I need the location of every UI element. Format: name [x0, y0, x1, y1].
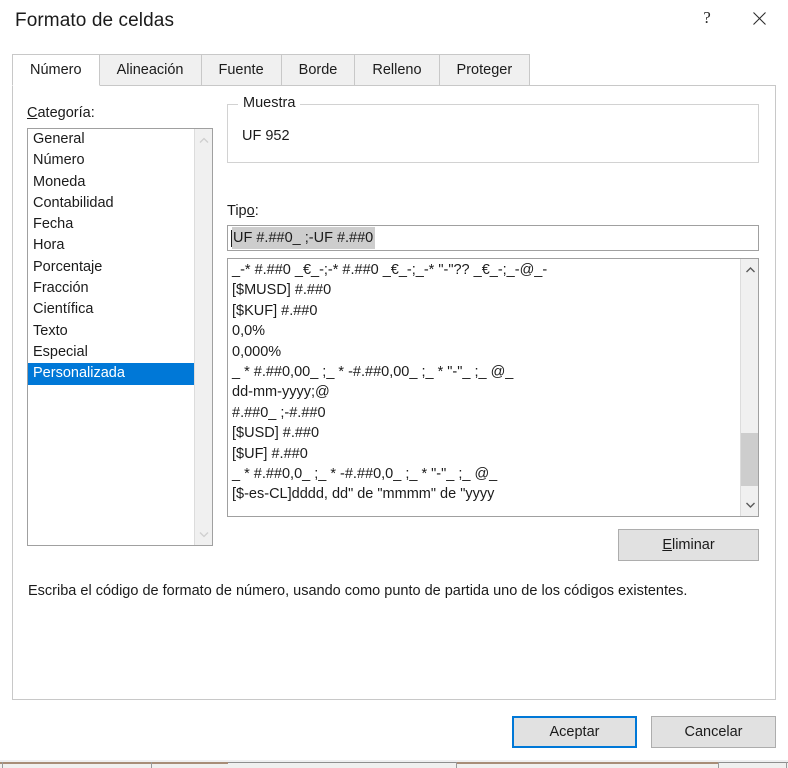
format-code-item[interactable]: #.##0_ ;-#.##0 — [228, 403, 740, 423]
category-listbox[interactable]: General Número Moneda Contabilidad Fecha… — [27, 128, 213, 546]
cancel-button[interactable]: Cancelar — [651, 716, 776, 748]
type-input-value: UF #.##0_ ;-UF #.##0 — [232, 227, 376, 249]
format-cells-dialog: Formato de celdas ? Número Alineación Fu… — [0, 0, 788, 760]
sample-legend: Muestra — [238, 95, 301, 111]
sample-groupbox: Muestra UF 952 — [227, 95, 759, 163]
category-item-especial[interactable]: Especial — [28, 342, 195, 363]
delete-button-accel: E — [662, 537, 672, 553]
spreadsheet-backdrop — [0, 762, 788, 768]
category-item-fecha[interactable]: Fecha — [28, 214, 195, 235]
dialog-footer: Aceptar Cancelar — [0, 716, 788, 760]
category-item-fraccion[interactable]: Fracción — [28, 278, 195, 299]
format-code-item-list: _-* #.##0 _€_-;-* #.##0 _€_-;_-* "-"?? _… — [228, 259, 740, 505]
format-code-item[interactable]: 0,0% — [228, 321, 740, 341]
dialog-title: Formato de celdas — [15, 10, 175, 31]
grid-column-line — [786, 762, 787, 768]
category-label-accel: C — [27, 105, 38, 121]
format-code-item[interactable]: [$USD] #.##0 — [228, 423, 740, 443]
format-code-item[interactable]: [$UF] #.##0 — [228, 444, 740, 464]
type-label-accel: o — [246, 203, 255, 219]
hint-text: Escriba el código de formato de número, … — [28, 583, 688, 599]
category-item-porcentaje[interactable]: Porcentaje — [28, 257, 195, 278]
category-item-moneda[interactable]: Moneda — [28, 172, 195, 193]
tab-numero[interactable]: Número — [12, 54, 100, 86]
tab-strip: Número Alineación Fuente Borde Relleno P… — [12, 54, 776, 86]
format-code-item[interactable]: 0,000% — [228, 342, 740, 362]
grid-column-line — [456, 762, 457, 768]
category-item-contabilidad[interactable]: Contabilidad — [28, 193, 195, 214]
type-label-prefix: Tip — [227, 203, 247, 219]
tab-borde[interactable]: Borde — [280, 54, 356, 85]
category-item-texto[interactable]: Texto — [28, 321, 195, 342]
category-item-numero[interactable]: Número — [28, 150, 195, 171]
dialog-title-bar: Formato de celdas ? — [0, 0, 788, 47]
grid-column-line — [151, 762, 152, 768]
category-item-personalizada[interactable]: Personalizada — [28, 363, 195, 385]
grid-row-line-tan — [0, 762, 228, 764]
grid-row-line-tan — [456, 762, 718, 764]
category-item-cientifica[interactable]: Científica — [28, 299, 195, 320]
scroll-up-icon[interactable] — [195, 131, 212, 149]
type-label-suffix: : — [254, 203, 259, 219]
format-code-item[interactable]: _ * #.##0,00_ ;_ * -#.##0,00_ ;_ * "-"_ … — [228, 362, 740, 382]
accept-button[interactable]: Aceptar — [512, 716, 637, 748]
format-list-scrollbar[interactable] — [740, 259, 758, 516]
format-code-item[interactable]: [$-es-CL]dddd, dd" de "mmmm" de "yyyy — [228, 484, 740, 504]
category-label-suffix: ategoría: — [37, 105, 95, 121]
help-icon[interactable]: ? — [684, 0, 730, 36]
grid-column-line — [2, 762, 3, 768]
category-item-list: General Número Moneda Contabilidad Fecha… — [28, 129, 195, 385]
type-input[interactable]: UF #.##0_ ;-UF #.##0 — [227, 225, 759, 251]
format-code-item[interactable]: [$KUF] #.##0 — [228, 301, 740, 321]
delete-button[interactable]: Eliminar — [618, 529, 759, 561]
category-scrollbar[interactable] — [194, 129, 212, 545]
close-icon[interactable] — [736, 0, 782, 36]
tab-fuente[interactable]: Fuente — [200, 54, 282, 85]
help-glyph: ? — [703, 8, 711, 27]
scroll-up-icon[interactable] — [741, 261, 758, 279]
type-label: Tipo: — [227, 203, 259, 219]
format-code-item[interactable]: _-* #.##0 _€_-;-* #.##0 _€_-;_-* "-"?? _… — [228, 260, 740, 280]
tab-proteger[interactable]: Proteger — [438, 54, 531, 85]
format-code-item[interactable]: [$MUSD] #.##0 — [228, 280, 740, 300]
scrollbar-thumb[interactable] — [741, 433, 758, 486]
tab-relleno[interactable]: Relleno — [354, 54, 440, 85]
number-tab-panel: Categoría: General Número Moneda Contabi… — [12, 86, 776, 700]
category-item-general[interactable]: General — [28, 129, 195, 150]
category-item-hora[interactable]: Hora — [28, 235, 195, 256]
delete-button-label: liminar — [671, 537, 715, 553]
format-code-item[interactable]: dd-mm-yyyy;@ — [228, 382, 740, 402]
format-code-item[interactable]: _ * #.##0,0_ ;_ * -#.##0,0_ ;_ * "-"_ ;_… — [228, 464, 740, 484]
tab-alineacion[interactable]: Alineación — [98, 54, 202, 85]
category-label: Categoría: — [27, 105, 95, 121]
grid-column-line — [718, 762, 719, 768]
sample-value: UF 952 — [242, 128, 290, 144]
format-code-listbox[interactable]: _-* #.##0 _€_-;-* #.##0 _€_-;_-* "-"?? _… — [227, 258, 759, 517]
scroll-down-icon[interactable] — [195, 525, 212, 543]
scroll-down-icon[interactable] — [741, 496, 758, 514]
